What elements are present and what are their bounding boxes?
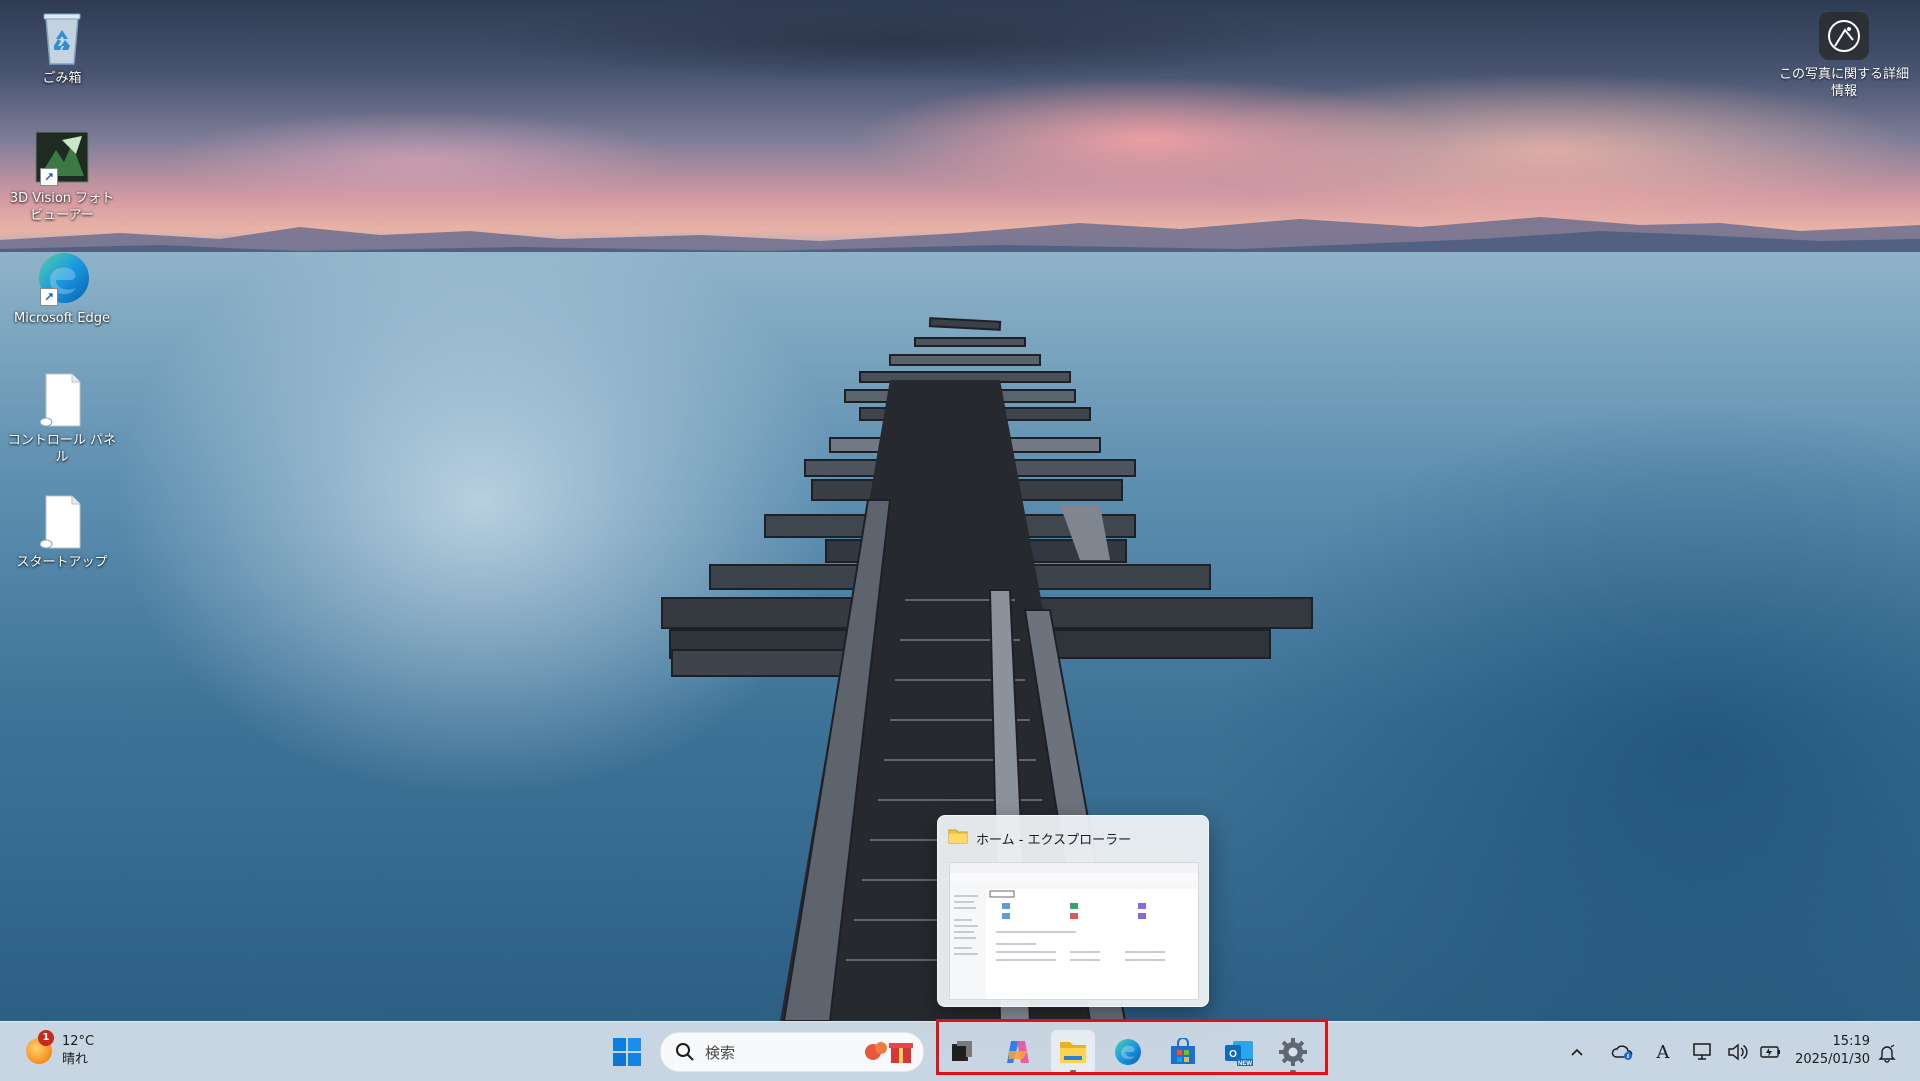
preview-title-row: ホーム - エクスプローラー: [948, 828, 1131, 848]
edge-icon: ↗: [32, 250, 92, 306]
document-icon: [32, 372, 92, 428]
search-box[interactable]: 検索: [660, 1032, 924, 1072]
sun-icon: 1: [26, 1030, 54, 1064]
desktop-icon-startup[interactable]: スタートアップ: [0, 494, 124, 571]
outlook-new-button[interactable]: O NEW: [1217, 1030, 1261, 1074]
desktop-icon-label: Microsoft Edge: [13, 311, 110, 326]
copilot-icon: [1007, 1041, 1029, 1063]
svg-text:O: O: [1229, 1049, 1237, 1060]
ime-mode-indicator[interactable]: A: [1646, 1035, 1680, 1069]
task-view-icon: [952, 1041, 972, 1061]
weather-condition: 晴れ: [62, 1052, 89, 1067]
outlook-new-icon: O NEW: [1225, 1041, 1253, 1067]
preview-title: ホーム - エクスプローラー: [976, 832, 1132, 848]
recycle-bin-icon: [32, 10, 92, 66]
taskbar-clock[interactable]: 15:19 2025/01/30: [1780, 1033, 1870, 1069]
desktop-icon-label: コントロール パネル: [7, 433, 117, 465]
search-icon: [676, 1043, 694, 1061]
system-tray: A: [1560, 1030, 1788, 1074]
desktop-icon-recycle-bin[interactable]: ごみ箱: [0, 10, 124, 87]
3d-vision-icon: ↗: [32, 130, 92, 186]
microsoft-store-button[interactable]: [1161, 1030, 1205, 1074]
running-indicator: [1070, 1070, 1076, 1073]
preview-window-thumbnail[interactable]: [949, 862, 1199, 1000]
folder-icon: [948, 827, 968, 849]
onedrive-cloud-icon[interactable]: [1606, 1035, 1640, 1069]
notification-bell-icon[interactable]: [1872, 1038, 1902, 1068]
photo-info-button[interactable]: この写真に関する詳細情報: [1774, 12, 1914, 100]
settings-button[interactable]: [1271, 1030, 1315, 1074]
search-highlight-gift-icon: [865, 1042, 913, 1063]
photo-info-label: この写真に関する詳細情報: [1778, 67, 1909, 99]
copilot-button[interactable]: [996, 1030, 1040, 1074]
shortcut-arrow-icon: ↗: [40, 168, 58, 186]
volume-icon[interactable]: [1720, 1035, 1754, 1069]
desktop-icon-label: スタートアップ: [16, 555, 108, 570]
document-icon: [32, 494, 92, 550]
desktop-icon-label: ごみ箱: [42, 71, 82, 86]
file-explorer-icon: [1060, 1042, 1086, 1063]
edge-icon: [1115, 1039, 1141, 1065]
clock-date: 2025/01/30: [1795, 1052, 1870, 1067]
start-button[interactable]: [605, 1030, 649, 1074]
network-icon[interactable]: [1686, 1035, 1720, 1069]
windows-logo-icon: [613, 1038, 641, 1066]
task-view-button[interactable]: [940, 1030, 984, 1074]
desktop-icon-label: 3D Vision フォト ビューアー: [9, 191, 115, 223]
show-hidden-icons-chevron-up-icon[interactable]: [1560, 1035, 1594, 1069]
search-placeholder: 検索: [705, 1043, 736, 1062]
desktop-icon-edge[interactable]: ↗ Microsoft Edge: [0, 250, 124, 327]
running-indicator: [1290, 1070, 1296, 1073]
file-explorer-button[interactable]: [1051, 1030, 1095, 1074]
taskbar: 1 12°C 晴れ 検索 O NEW A 15:19 2025/01/30: [0, 1021, 1920, 1081]
desktop-icon-3d-vision[interactable]: ↗ 3D Vision フォト ビューアー: [0, 130, 124, 224]
settings-icon: [1279, 1038, 1307, 1066]
clock-time: 15:19: [1832, 1034, 1870, 1049]
notification-badge: 1: [38, 1030, 54, 1046]
weather-text: 12°C 晴れ: [62, 1033, 94, 1069]
weather-widget[interactable]: 1 12°C 晴れ: [26, 1028, 94, 1074]
edge-taskbar-button[interactable]: [1106, 1030, 1150, 1074]
microsoft-store-icon: [1171, 1038, 1195, 1064]
weather-temperature: 12°C: [62, 1034, 95, 1049]
svg-text:NEW: NEW: [1238, 1061, 1252, 1067]
desktop-icon-control-panel[interactable]: コントロール パネル: [0, 372, 124, 466]
camera-info-icon: [1819, 12, 1869, 60]
explorer-thumbnail-preview[interactable]: ホーム - エクスプローラー: [937, 815, 1209, 1007]
shortcut-arrow-icon: ↗: [40, 288, 58, 306]
